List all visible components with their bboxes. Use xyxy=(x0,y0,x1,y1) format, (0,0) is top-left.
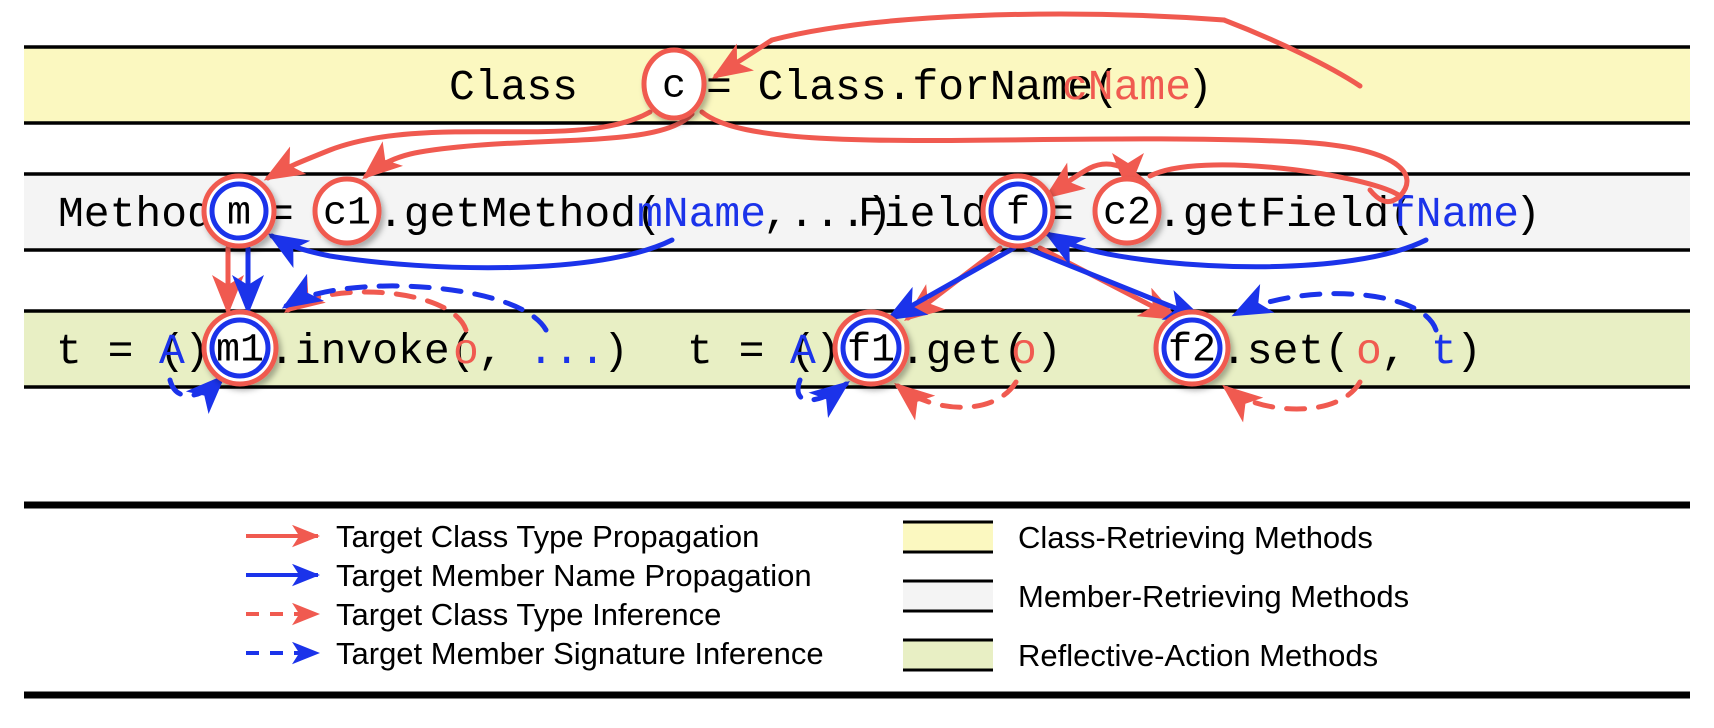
code-seg: ) xyxy=(1515,190,1541,239)
legend-item-reflective-action: Reflective-Action Methods xyxy=(903,638,1378,673)
node-label: f2 xyxy=(1168,329,1216,374)
legend: Target Class Type Propagation Target Mem… xyxy=(24,501,1690,699)
legend-swatch-band xyxy=(903,581,993,611)
node-f1[interactable]: f1 xyxy=(832,309,910,387)
code-seg-o: o xyxy=(453,327,479,376)
legend-label: Reflective-Action Methods xyxy=(1018,638,1378,673)
node-m[interactable]: m xyxy=(201,173,277,249)
code-seg-t: t xyxy=(1431,327,1457,376)
legend-item-class-type-propagation: Target Class Type Propagation xyxy=(246,519,759,554)
legend-label: Target Member Signature Inference xyxy=(336,636,824,671)
edge-f-to-f1 xyxy=(885,245,1017,321)
node-label: c1 xyxy=(323,192,371,237)
node-c1[interactable]: c1 xyxy=(312,176,382,246)
code-seg: Field xyxy=(858,190,987,239)
code-seg: Method xyxy=(58,190,213,239)
code-seg: .get( xyxy=(900,327,1029,376)
code-seg-cname: cName xyxy=(1062,63,1191,112)
node-c[interactable]: c xyxy=(641,47,707,121)
code-seg-varargs: ... xyxy=(528,327,605,376)
legend-swatch-band xyxy=(903,640,993,670)
legend-label: Member-Retrieving Methods xyxy=(1018,579,1409,614)
legend-item-member-retrieving: Member-Retrieving Methods xyxy=(903,579,1409,614)
code-seg: = Class.forName( xyxy=(706,63,1119,112)
edge-f-to-f2 xyxy=(1023,245,1205,321)
code-seg-fname: fName xyxy=(1390,190,1519,239)
code-seg-o: o xyxy=(1356,327,1382,376)
node-c2[interactable]: c2 xyxy=(1092,176,1162,246)
code-seg-o: o xyxy=(1011,327,1037,376)
code-seg: , xyxy=(1381,327,1407,376)
node-label: c2 xyxy=(1103,192,1151,237)
node-label: f xyxy=(1006,192,1030,237)
node-label: m xyxy=(227,192,251,237)
legend-label: Target Class Type Inference xyxy=(336,597,721,632)
code-seg-cast-A: A xyxy=(159,327,185,376)
reflection-diagram: Class = Class.forName( cName ) Method = … xyxy=(24,11,1690,699)
node-m1[interactable]: m1 xyxy=(201,309,279,387)
node-label: f1 xyxy=(847,329,895,374)
code-seg: .getMethod( xyxy=(378,190,662,239)
statement-get-field: Field = .getField( fName ) xyxy=(858,190,1541,239)
legend-item-member-signature-inference: Target Member Signature Inference xyxy=(246,636,824,671)
legend-item-member-name-propagation: Target Member Name Propagation xyxy=(246,558,812,593)
code-seg: Class xyxy=(449,63,578,112)
node-label: c xyxy=(662,65,686,110)
statement-class-forname: Class = Class.forName( cName ) xyxy=(449,63,1213,112)
statement-invoke: t = ( A ) .invoke( o , ... ) xyxy=(56,327,629,376)
code-seg: ) xyxy=(1187,63,1213,112)
figure-root: Class = Class.forName( cName ) Method = … xyxy=(0,0,1714,728)
legend-swatch-band xyxy=(903,522,993,552)
code-seg-cast-A: A xyxy=(790,327,816,376)
statement-get-method: Method = .getMethod( mName ,...) xyxy=(58,190,892,239)
code-seg: ) xyxy=(1036,327,1062,376)
node-label: m1 xyxy=(216,329,264,374)
code-seg: ) xyxy=(603,327,629,376)
code-seg-mname: mName xyxy=(637,190,766,239)
legend-label: Target Class Type Propagation xyxy=(336,519,759,554)
code-seg: ) xyxy=(1456,327,1482,376)
code-seg: , xyxy=(478,327,504,376)
node-f2[interactable]: f2 xyxy=(1153,309,1231,387)
legend-item-class-type-inference: Target Class Type Inference xyxy=(246,597,721,632)
code-seg: .set( xyxy=(1221,327,1350,376)
node-f[interactable]: f xyxy=(980,173,1056,249)
legend-label: Target Member Name Propagation xyxy=(336,558,812,593)
code-seg: .invoke( xyxy=(269,327,475,376)
legend-label: Class-Retrieving Methods xyxy=(1018,520,1373,555)
legend-item-class-retrieving: Class-Retrieving Methods xyxy=(903,520,1373,555)
